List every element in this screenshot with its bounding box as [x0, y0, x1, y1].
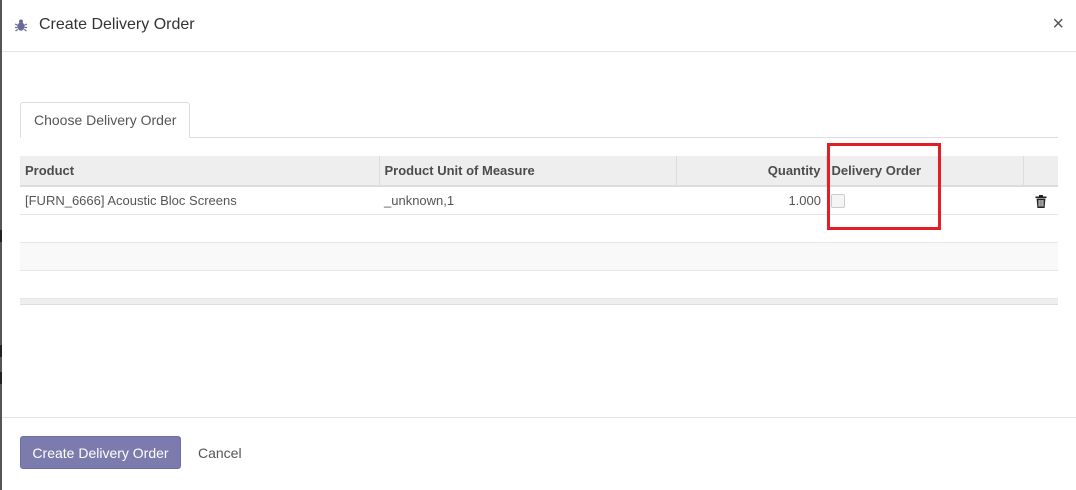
- cell-uom[interactable]: _unknown,1: [379, 186, 676, 215]
- cell-delivery-order: [826, 186, 1023, 215]
- column-header-actions: [1022, 156, 1058, 187]
- column-header-quantity[interactable]: Quantity: [675, 156, 826, 187]
- empty-row: [20, 270, 1058, 299]
- empty-row: [20, 214, 1058, 243]
- dialog-header: Create Delivery Order ×: [2, 0, 1076, 52]
- cell-delete: [1023, 186, 1058, 215]
- table-row[interactable]: [FURN_6666] Acoustic Bloc Screens _unkno…: [20, 186, 1058, 215]
- cell-product[interactable]: [FURN_6666] Acoustic Bloc Screens: [20, 186, 379, 215]
- column-header-product[interactable]: Product: [20, 156, 379, 187]
- tab-bar: Choose Delivery Order: [20, 102, 1058, 138]
- table-footer: [20, 298, 1058, 305]
- empty-row: [20, 242, 1058, 271]
- dialog-title: Create Delivery Order: [39, 16, 195, 33]
- close-icon[interactable]: ×: [1052, 12, 1064, 36]
- cancel-button[interactable]: Cancel: [188, 436, 252, 469]
- order-lines-table: Product Product Unit of Measure Quantity…: [20, 156, 1058, 305]
- bug-icon: [14, 19, 28, 32]
- create-delivery-order-dialog: Create Delivery Order × Choose Delivery …: [2, 0, 1076, 490]
- table-header-row: Product Product Unit of Measure Quantity…: [20, 156, 1058, 187]
- delivery-order-checkbox[interactable]: [831, 194, 845, 209]
- column-header-delivery-order[interactable]: Delivery Order: [825, 156, 1023, 187]
- tab-choose-delivery-order[interactable]: Choose Delivery Order: [20, 102, 191, 138]
- trash-icon[interactable]: [1035, 194, 1047, 208]
- column-header-uom[interactable]: Product Unit of Measure: [378, 156, 676, 187]
- dialog-footer: Create Delivery Order Cancel: [2, 417, 1076, 490]
- cell-quantity[interactable]: 1.000: [676, 186, 826, 215]
- create-delivery-order-button[interactable]: Create Delivery Order: [20, 436, 181, 469]
